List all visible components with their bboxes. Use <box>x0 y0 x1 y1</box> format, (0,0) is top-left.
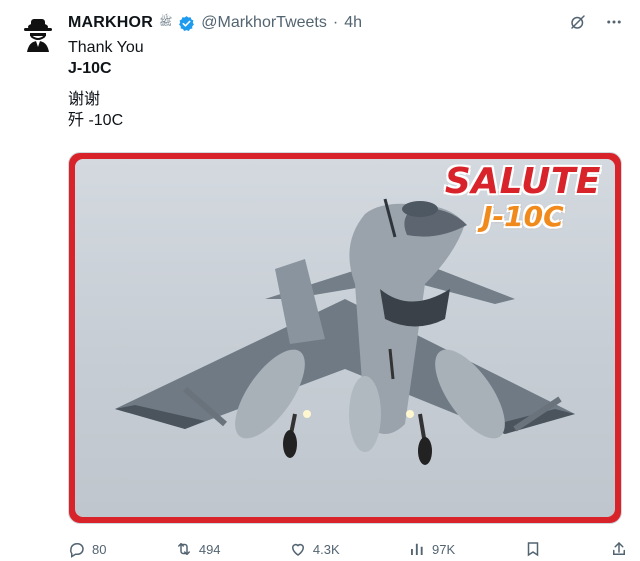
tweet-line-jian-10c: 歼 -10C <box>68 112 124 129</box>
views-count: 97K <box>432 541 456 557</box>
tweet-line-thank-you: Thank You <box>68 39 144 56</box>
views-button[interactable]: 97K <box>408 540 455 558</box>
tweet-line-xiexie: 谢谢 <box>68 91 101 108</box>
share-icon <box>612 541 625 555</box>
repost-icon <box>177 543 190 555</box>
tweet-top-actions <box>568 12 624 32</box>
bookmark-icon <box>527 542 538 557</box>
author-name[interactable]: MARKHOR <box>68 14 153 32</box>
more-icon[interactable] <box>604 12 624 32</box>
repost-button[interactable]: 494 <box>175 540 221 558</box>
author-affiliation-glyph: ﷺ <box>158 16 173 28</box>
spy-avatar-icon <box>24 19 52 52</box>
reply-button[interactable]: 80 <box>68 540 106 558</box>
repost-count: 494 <box>198 541 221 557</box>
reply-count: 80 <box>92 541 107 557</box>
reply-icon <box>70 543 84 558</box>
views-icon <box>411 543 423 555</box>
bookmark-button[interactable] <box>524 540 542 558</box>
author-handle[interactable]: @MarkhorTweets <box>201 14 327 32</box>
tweet-line-j10c: J-10C <box>68 60 112 77</box>
like-icon <box>291 543 304 556</box>
timestamp[interactable]: 4h <box>344 14 362 32</box>
tweet-text: Thank You J-10C 谢谢 歼 -10C <box>68 37 144 131</box>
overlay-subtitle: J-10C <box>482 200 564 233</box>
tweet-media[interactable]: SALUTE J-10C <box>68 152 622 524</box>
tweet-header: MARKHOR ﷺ @MarkhorTweets · 4h <box>68 12 362 34</box>
verified-badge-icon[interactable] <box>178 15 195 32</box>
avatar[interactable] <box>16 12 60 56</box>
jet-photo: SALUTE J-10C <box>75 159 615 517</box>
grok-icon[interactable] <box>568 12 588 32</box>
separator-dot: · <box>332 14 339 31</box>
share-button[interactable] <box>610 540 628 558</box>
salute-overlay: SALUTE J-10C <box>444 160 602 233</box>
like-count: 4.3K <box>312 541 340 557</box>
like-button[interactable]: 4.3K <box>289 540 340 558</box>
tweet-action-bar: 80 494 4.3K 97K <box>68 538 628 560</box>
overlay-title: SALUTE <box>444 160 602 203</box>
